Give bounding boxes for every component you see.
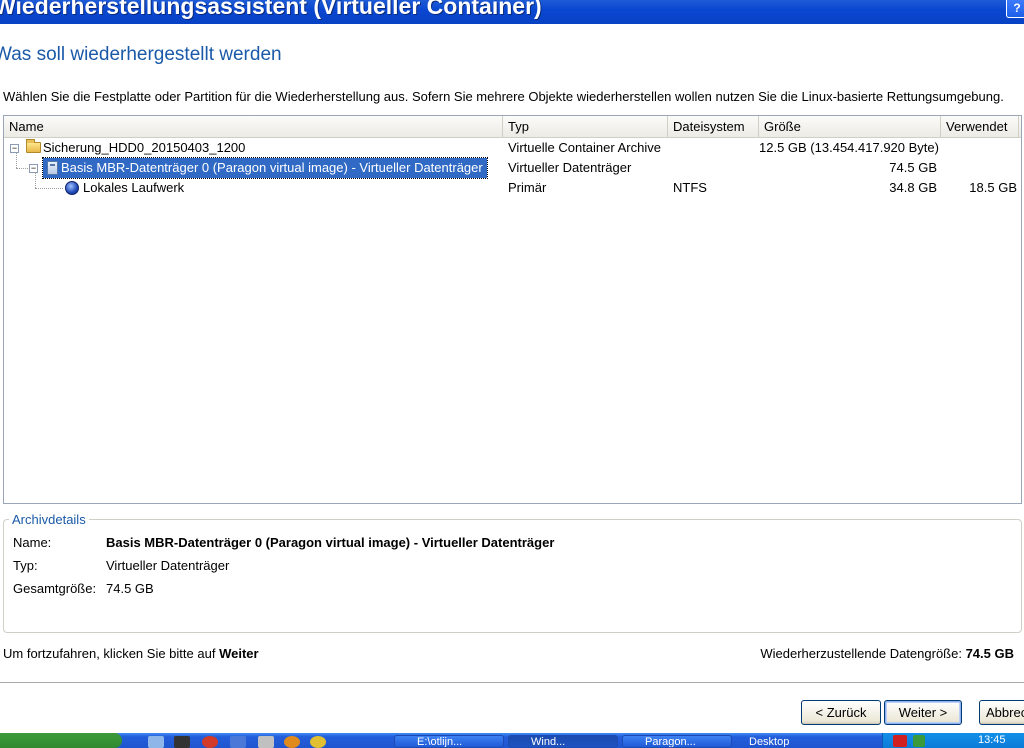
- quicklaunch-app-icon[interactable]: [258, 736, 274, 748]
- taskbar-item[interactable]: Wind...: [508, 735, 618, 748]
- system-tray: 13:45: [882, 733, 1024, 748]
- start-button[interactable]: [0, 733, 122, 748]
- help-button[interactable]: ?: [1006, 0, 1024, 18]
- row-type: Virtuelle Container Archive: [508, 140, 661, 155]
- tray-app-icon[interactable]: [893, 735, 907, 747]
- quicklaunch-firefox-icon[interactable]: [284, 736, 300, 748]
- quicklaunch-browser-icon[interactable]: [202, 736, 218, 748]
- taskbar-item[interactable]: E:\otlijn...: [394, 735, 504, 748]
- collapse-toggle[interactable]: −: [10, 144, 19, 153]
- window-title: Wiederherstellungsassistent (Virtueller …: [0, 0, 542, 19]
- continue-hint: Um fortzufahren, klicken Sie bitte auf W…: [3, 646, 259, 661]
- footer-divider: [0, 682, 1024, 684]
- tree-row-local-drive[interactable]: Lokales Laufwerk Primär NTFS 34.8 GB 18.…: [4, 178, 1021, 198]
- instruction-text: Wählen Sie die Festplatte oder Partition…: [3, 89, 1004, 104]
- tree-row-virtual-disk[interactable]: − Basis MBR-Datenträger 0 (Paragon virtu…: [4, 157, 1021, 179]
- backup-tree-view[interactable]: Name Typ Dateisystem Größe Verwendet − S…: [3, 115, 1022, 504]
- details-name-label: Name:: [13, 535, 52, 550]
- row-name: Basis MBR-Datenträger 0 (Paragon virtual…: [42, 157, 488, 179]
- details-total-label: Gesamtgröße:: [13, 581, 97, 596]
- taskbar-item[interactable]: Paragon...: [622, 735, 732, 748]
- column-header-name[interactable]: Name: [4, 116, 503, 138]
- row-size: 34.8 GB: [889, 180, 937, 195]
- continue-hint-bold: Weiter: [219, 646, 259, 661]
- taskbar-item[interactable]: Desktop: [736, 735, 836, 748]
- tree-row-archive[interactable]: − Sicherung_HDD0_20150403_1200 Virtuelle…: [4, 138, 1021, 158]
- row-used: [941, 158, 1017, 178]
- archive-folder-icon: [26, 139, 41, 153]
- row-used: 18.5 GB: [969, 180, 1017, 195]
- column-header-size[interactable]: Größe: [759, 116, 941, 138]
- row-size: 12.5 GB (13.454.417.920 Byte): [759, 140, 939, 155]
- page-heading: Was soll wiederhergestellt werden: [0, 44, 282, 65]
- details-total-value: 74.5 GB: [106, 581, 154, 596]
- row-name: Sicherung_HDD0_20150403_1200: [43, 140, 246, 155]
- row-filesystem: NTFS: [673, 180, 707, 195]
- row-type: Virtueller Datenträger: [508, 160, 632, 175]
- quicklaunch-desktop-icon[interactable]: [148, 736, 164, 748]
- column-header-type[interactable]: Typ: [503, 116, 668, 138]
- back-button[interactable]: < Zurück: [801, 700, 881, 725]
- details-type-label: Typ:: [13, 558, 38, 573]
- restore-size: Wiederherzustellende Datengröße: 74.5 GB: [760, 646, 1014, 661]
- virtual-disk-icon: [47, 161, 58, 175]
- column-header-filesystem[interactable]: Dateisystem: [668, 116, 759, 138]
- row-name-text: Basis MBR-Datenträger 0 (Paragon virtual…: [61, 160, 483, 175]
- quicklaunch-app-icon[interactable]: [174, 736, 190, 748]
- row-used: [941, 138, 1017, 158]
- column-header-used[interactable]: Verwendet: [941, 116, 1019, 138]
- tray-app-icon[interactable]: [913, 735, 925, 747]
- archive-details-group: Archivdetails Name: Basis MBR-Datenträge…: [3, 513, 1022, 633]
- taskbar: E:\otlijn... Wind... Paragon... Desktop …: [0, 733, 1024, 748]
- row-type: Primär: [508, 180, 547, 195]
- column-header-row: Name Typ Dateisystem Größe Verwendet: [4, 116, 1021, 138]
- title-bar: Wiederherstellungsassistent (Virtueller …: [0, 0, 1024, 24]
- quicklaunch-app-icon[interactable]: [230, 736, 246, 748]
- row-name: Lokales Laufwerk: [83, 180, 185, 195]
- row-size: 74.5 GB: [889, 160, 937, 175]
- volume-icon: [65, 181, 79, 195]
- restore-size-label: Wiederherzustellende Datengröße:: [760, 646, 962, 661]
- details-name-value: Basis MBR-Datenträger 0 (Paragon virtual…: [106, 535, 555, 550]
- next-button[interactable]: Weiter >: [884, 700, 962, 725]
- continue-hint-prefix: Um fortzufahren, klicken Sie bitte auf: [3, 646, 216, 661]
- details-type-value: Virtueller Datenträger: [106, 558, 230, 573]
- cancel-button[interactable]: Abbrechen: [979, 700, 1024, 725]
- collapse-toggle[interactable]: −: [29, 164, 38, 173]
- tray-clock: 13:45: [978, 734, 1006, 746]
- restore-size-value: 74.5 GB: [965, 646, 1014, 661]
- archive-details-legend: Archivdetails: [9, 513, 89, 527]
- quicklaunch-app-icon[interactable]: [310, 736, 326, 748]
